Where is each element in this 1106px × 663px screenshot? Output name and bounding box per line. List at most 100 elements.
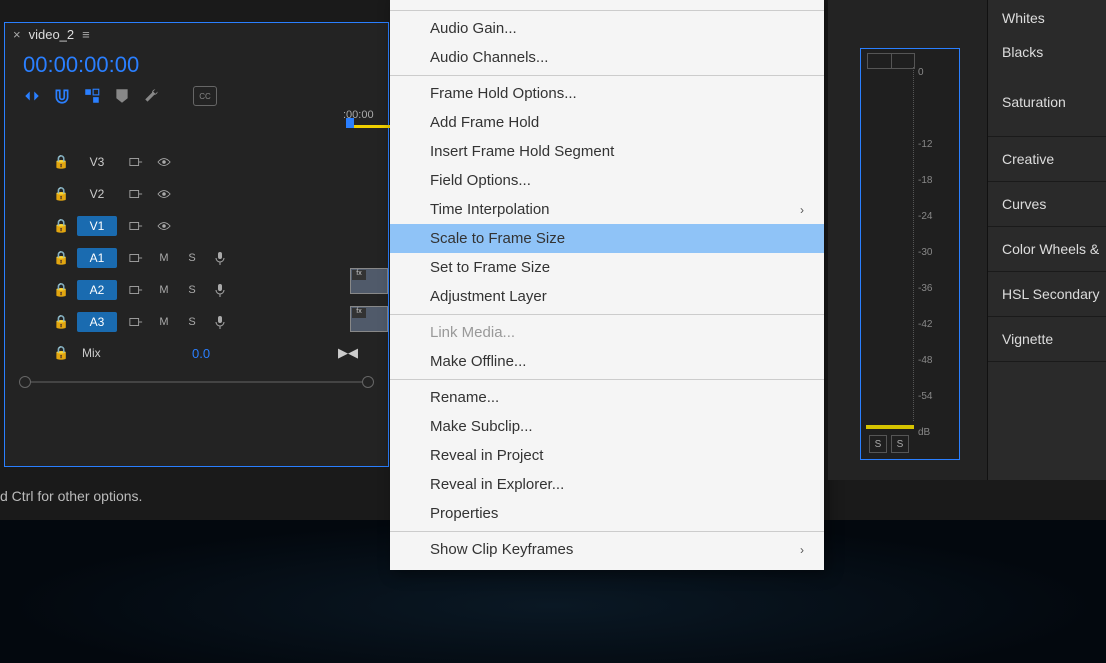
menu-item[interactable]: Insert Frame Hold Segment <box>390 137 824 166</box>
lumetri-section[interactable]: HSL Secondary <box>988 272 1106 317</box>
solo-button[interactable]: S <box>183 313 201 331</box>
panel-menu-icon[interactable]: ≡ <box>82 27 88 42</box>
sync-lock-icon[interactable] <box>127 185 145 203</box>
solo-button[interactable]: S <box>183 249 201 267</box>
lumetri-section[interactable]: Color Wheels & <box>988 227 1106 272</box>
lumetri-section[interactable]: Vignette <box>988 317 1106 362</box>
audio-track-a3[interactable]: 🔒 A3 M S <box>5 306 388 338</box>
lock-icon[interactable]: 🔒 <box>53 186 67 202</box>
chevron-right-icon: › <box>800 543 804 557</box>
menu-item[interactable]: Frame Hold Options... <box>390 79 824 108</box>
menu-item[interactable]: Audio Channels... <box>390 43 824 72</box>
voiceover-icon[interactable] <box>211 249 229 267</box>
scroll-handle-left[interactable] <box>19 376 31 388</box>
track-label[interactable]: A3 <box>77 312 117 332</box>
voiceover-icon[interactable] <box>211 281 229 299</box>
menu-item[interactable]: Scene Edit Detection... <box>390 0 824 7</box>
menu-item-label: Audio Channels... <box>430 49 548 66</box>
mute-button[interactable]: M <box>155 281 173 299</box>
sync-lock-icon[interactable] <box>127 249 145 267</box>
voiceover-icon[interactable] <box>211 313 229 331</box>
menu-item[interactable]: Scale to Frame Size <box>390 224 824 253</box>
track-label[interactable]: V3 <box>77 152 117 172</box>
menu-item[interactable]: Make Subclip... <box>390 412 824 441</box>
meter-tick: -30 <box>918 247 932 258</box>
eye-icon[interactable] <box>155 217 173 235</box>
audio-track-a2[interactable]: 🔒 A2 M S <box>5 274 388 306</box>
audio-clip-a1[interactable]: fx <box>350 306 388 332</box>
video-track-v3[interactable]: 🔒 V3 <box>5 146 388 178</box>
playhead[interactable] <box>346 125 394 138</box>
mix-output-icon[interactable]: ▶◀ <box>338 345 358 361</box>
magnet-icon[interactable] <box>53 87 71 105</box>
lock-icon[interactable]: 🔒 <box>53 154 67 170</box>
lumetri-section[interactable]: Creative <box>988 137 1106 182</box>
menu-item[interactable]: Properties <box>390 499 824 528</box>
close-tab-icon[interactable]: × <box>13 27 21 42</box>
clip-context-menu: Scene Edit Detection... Audio Gain... Audi… <box>390 0 824 570</box>
wrench-icon[interactable] <box>143 87 161 105</box>
meter-level-bar <box>866 425 914 429</box>
menu-item[interactable]: Reveal in Explorer... <box>390 470 824 499</box>
lock-icon[interactable]: 🔒 <box>53 218 67 234</box>
scroll-track[interactable] <box>31 381 362 383</box>
video-clip-v1[interactable]: fx <box>350 268 388 294</box>
menu-item-label: Scene Edit Detection... <box>430 0 583 1</box>
menu-item-label: Adjustment Layer <box>430 288 547 305</box>
lock-icon[interactable]: 🔒 <box>53 345 67 361</box>
sync-lock-icon[interactable] <box>127 313 145 331</box>
menu-item-label: Make Subclip... <box>430 418 533 435</box>
menu-item[interactable]: Rename... <box>390 383 824 412</box>
menu-item[interactable]: Time Interpolation› <box>390 195 824 224</box>
timeline-tools: CC <box>5 80 388 116</box>
menu-item-label: Add Frame Hold <box>430 114 539 131</box>
lumetri-section[interactable]: Saturation <box>988 68 1106 137</box>
sync-lock-icon[interactable] <box>127 217 145 235</box>
menu-item-label: Audio Gain... <box>430 20 517 37</box>
audio-track-a1[interactable]: 🔒 A1 M S <box>5 242 388 274</box>
lumetri-section[interactable]: Blacks <box>988 34 1106 68</box>
marker-icon[interactable] <box>113 87 131 105</box>
video-track-v2[interactable]: 🔒 V2 <box>5 178 388 210</box>
track-label[interactable]: V1 <box>77 216 117 236</box>
lock-icon[interactable]: 🔒 <box>53 314 67 330</box>
video-track-v1[interactable]: 🔒 V1 <box>5 210 388 242</box>
lumetri-section[interactable]: Curves <box>988 182 1106 227</box>
lock-icon[interactable]: 🔒 <box>53 282 67 298</box>
menu-item[interactable]: Adjustment Layer <box>390 282 824 311</box>
menu-separator <box>390 314 824 315</box>
menu-item[interactable]: Add Frame Hold <box>390 108 824 137</box>
meter-tick: -12 <box>918 139 932 150</box>
solo-button[interactable]: S <box>183 281 201 299</box>
mute-button[interactable]: M <box>155 313 173 331</box>
menu-item[interactable]: Make Offline... <box>390 347 824 376</box>
linked-selection-icon[interactable] <box>83 87 101 105</box>
menu-item[interactable]: Reveal in Project <box>390 441 824 470</box>
mix-track[interactable]: 🔒 Mix 0.0 ▶◀ <box>5 338 388 368</box>
snap-icon[interactable] <box>23 87 41 105</box>
mix-value[interactable]: 0.0 <box>192 346 210 361</box>
sync-lock-icon[interactable] <box>127 281 145 299</box>
menu-item[interactable]: Set to Frame Size <box>390 253 824 282</box>
sync-lock-icon[interactable] <box>127 153 145 171</box>
track-label[interactable]: A1 <box>77 248 117 268</box>
eye-icon[interactable] <box>155 153 173 171</box>
mute-button[interactable]: M <box>155 249 173 267</box>
menu-item[interactable]: Show Clip Keyframes› <box>390 535 824 564</box>
eye-icon[interactable] <box>155 185 173 203</box>
captions-icon[interactable]: CC <box>193 86 217 106</box>
timeline-zoom-scrollbar[interactable] <box>19 374 374 390</box>
meter-solo-right[interactable]: S <box>891 435 909 453</box>
menu-item[interactable]: Field Options... <box>390 166 824 195</box>
lumetri-sections: WhitesBlacksSaturationCreativeCurvesColo… <box>987 0 1106 480</box>
timecode-display[interactable]: 00:00:00:00 <box>5 46 388 80</box>
meter-peak-box[interactable] <box>867 53 915 69</box>
track-label[interactable]: V2 <box>77 184 117 204</box>
meter-solo-left[interactable]: S <box>869 435 887 453</box>
menu-item[interactable]: Audio Gain... <box>390 14 824 43</box>
timeline-tab-name[interactable]: video_2 <box>29 27 75 42</box>
lock-icon[interactable]: 🔒 <box>53 250 67 266</box>
track-label[interactable]: A2 <box>77 280 117 300</box>
lumetri-section[interactable]: Whites <box>988 0 1106 34</box>
scroll-handle-right[interactable] <box>362 376 374 388</box>
